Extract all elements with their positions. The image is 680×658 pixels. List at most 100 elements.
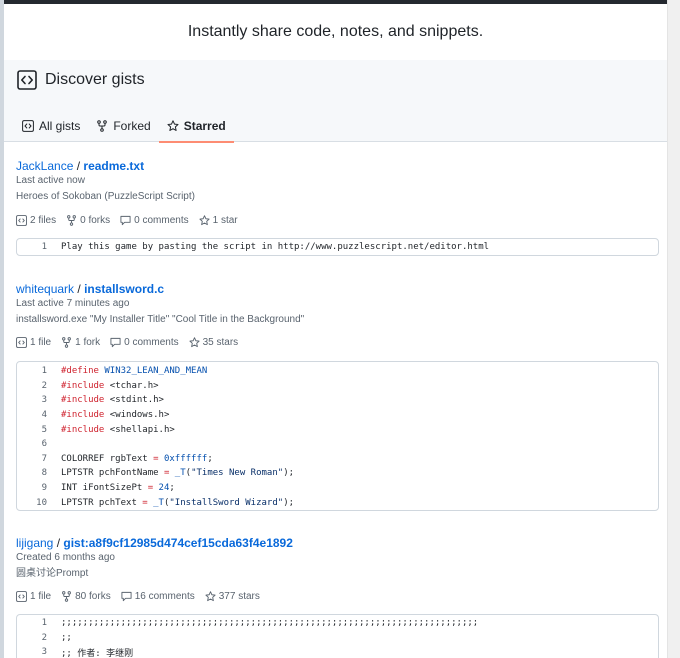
- tab-forked[interactable]: Forked: [88, 110, 158, 142]
- comments-link[interactable]: 0 comments: [110, 336, 179, 348]
- forks-link[interactable]: 1 fork: [61, 337, 100, 348]
- path-separator: /: [77, 282, 81, 296]
- line-number[interactable]: 1: [17, 242, 61, 252]
- code-text: ;;: [61, 633, 72, 643]
- code-text: #include <shellapi.h>: [61, 425, 175, 435]
- line-number[interactable]: 1: [17, 618, 61, 628]
- page-title-text: Discover gists: [45, 71, 145, 88]
- files-link[interactable]: 2 files: [16, 215, 56, 226]
- code-token: ;: [207, 453, 213, 464]
- line-number[interactable]: 9: [17, 483, 61, 493]
- line-number[interactable]: 5: [17, 425, 61, 435]
- code-token: COLORREF rgbText: [61, 453, 154, 464]
- code-square-icon: [17, 70, 37, 90]
- line-number[interactable]: 3: [17, 395, 61, 405]
- tab-all-gists[interactable]: All gists: [14, 110, 88, 142]
- code-square-icon: [16, 336, 27, 348]
- files-count: 1 file: [30, 590, 52, 602]
- code-text: #include <stdint.h>: [61, 395, 164, 405]
- code-token: WIN32_LEAN_AND_MEAN: [104, 366, 208, 377]
- code-line: 1;;;;;;;;;;;;;;;;;;;;;;;;;;;;;;;;;;;;;;;…: [17, 616, 658, 631]
- forks-link[interactable]: 80 forks: [61, 591, 111, 602]
- code-line: 3 #include <stdint.h>: [17, 393, 658, 408]
- gist-owner-link[interactable]: JackLance: [16, 159, 73, 173]
- code-text: ;; 作者: 李继刚: [61, 646, 133, 658]
- code-text: LPTSTR pchText = _T("InstallSword Wizard…: [61, 498, 294, 508]
- line-number[interactable]: 1: [17, 366, 61, 376]
- code-token: );: [283, 497, 295, 508]
- gist-item: lijigang / gist:a8f9cf12985d474cef15cda6…: [16, 536, 659, 581]
- stars-link[interactable]: 1 star: [199, 215, 238, 226]
- code-token: <tchar.h>: [104, 380, 159, 391]
- stars-link[interactable]: 35 stars: [189, 336, 239, 348]
- line-number[interactable]: 10: [17, 498, 61, 508]
- line-number[interactable]: 3: [17, 647, 61, 657]
- stars-count: 35 stars: [202, 336, 239, 348]
- code-line: 9 INT iFontSizePt = 24;: [17, 481, 658, 496]
- gist-activity: Created 6 months ago: [16, 552, 115, 563]
- stars-link[interactable]: 377 stars: [205, 591, 260, 602]
- files-link[interactable]: 1 file: [16, 337, 51, 348]
- line-number[interactable]: 4: [17, 410, 61, 420]
- gist-description: Heroes of Sokoban (PuzzleScript Script): [16, 191, 195, 202]
- code-preview[interactable]: 1 Play this game by pasting the script in…: [16, 238, 659, 256]
- code-token: 24: [158, 483, 170, 494]
- tab-label: All gists: [39, 119, 81, 133]
- gist-stats: 1 file 1 fork 0 comments 35 stars: [16, 335, 659, 349]
- code-token: "InstallSword Wizard": [169, 497, 284, 508]
- code-token: 0xffffff: [163, 453, 208, 464]
- code-line: 4 #include <windows.h>: [17, 408, 658, 423]
- comments-count: 16 comments: [134, 590, 195, 602]
- line-number[interactable]: 2: [17, 633, 61, 643]
- stars-count: 1 star: [212, 214, 238, 226]
- code-token: "Times New Roman": [191, 468, 284, 479]
- comments-count: 0 comments: [124, 336, 179, 348]
- code-text: INT iFontSizePt = 24;: [61, 483, 175, 493]
- line-number[interactable]: 6: [17, 439, 61, 449]
- code-square-icon: [16, 590, 27, 602]
- files-link[interactable]: 1 file: [16, 591, 51, 602]
- code-token: #define: [61, 366, 99, 377]
- code-line: 10 LPTSTR pchText = _T("InstallSword Wiza…: [17, 495, 658, 510]
- gist-owner-link[interactable]: lijigang: [16, 536, 53, 550]
- code-text: Play this game by pasting the script in …: [61, 242, 489, 252]
- gist-filename-link[interactable]: installsword.c: [84, 282, 164, 296]
- repo-forked-icon: [62, 590, 72, 602]
- repo-forked-icon: [62, 336, 72, 348]
- gist-stats: 1 file 80 forks 16 comments 377 stars: [16, 589, 659, 603]
- gist-description: 圆桌讨论Prompt: [16, 568, 89, 579]
- comments-link[interactable]: 16 comments: [121, 591, 195, 602]
- gist-filename-link[interactable]: gist:a8f9cf12985d474cef15cda63f4e1892: [63, 536, 293, 550]
- gist-stats: 2 files 0 forks 0 comments 1 star: [16, 213, 659, 227]
- code-line: 6: [17, 437, 658, 452]
- line-number[interactable]: 2: [17, 381, 61, 391]
- stars-count: 377 stars: [218, 590, 260, 602]
- code-token: <windows.h>: [104, 410, 170, 421]
- code-token: _T: [174, 468, 186, 479]
- code-token: LPTSTR pchText: [61, 497, 143, 508]
- gist-owner-link[interactable]: whitequark: [16, 282, 74, 296]
- files-count: 2 files: [30, 214, 57, 226]
- gist-description: installsword.exe "My Installer Title" "C…: [16, 314, 305, 325]
- gist-filename-link[interactable]: readme.txt: [83, 159, 144, 173]
- forks-link[interactable]: 0 forks: [66, 215, 110, 226]
- code-token: INT iFontSizePt: [61, 483, 148, 494]
- comments-link[interactable]: 0 comments: [120, 215, 189, 226]
- line-number[interactable]: 8: [17, 468, 61, 478]
- code-token: <shellapi.h>: [104, 424, 175, 435]
- page-title: Discover gists: [17, 70, 145, 90]
- star-icon: [189, 336, 200, 347]
- code-preview[interactable]: 1 #define WIN32_LEAN_AND_MEAN 2 #include <t…: [16, 361, 659, 511]
- code-square-icon: [16, 214, 27, 226]
- code-token: ;;;;;;;;;;;;;;;;;;;;;;;;;;;;;;;;;;;;;;;;…: [61, 618, 479, 629]
- line-number[interactable]: 7: [17, 454, 61, 464]
- code-preview[interactable]: 1;;;;;;;;;;;;;;;;;;;;;;;;;;;;;;;;;;;;;;;…: [16, 614, 659, 658]
- vertical-scrollbar[interactable]: [667, 0, 680, 658]
- tagline: Instantly share code, notes, and snippet…: [4, 4, 667, 60]
- star-icon: [199, 214, 210, 225]
- code-text: #define WIN32_LEAN_AND_MEAN: [61, 366, 207, 376]
- star-icon: [205, 590, 216, 601]
- code-text: #include <windows.h>: [61, 410, 169, 420]
- code-line: 2 #include <tchar.h>: [17, 379, 658, 394]
- tab-starred[interactable]: Starred: [158, 110, 234, 143]
